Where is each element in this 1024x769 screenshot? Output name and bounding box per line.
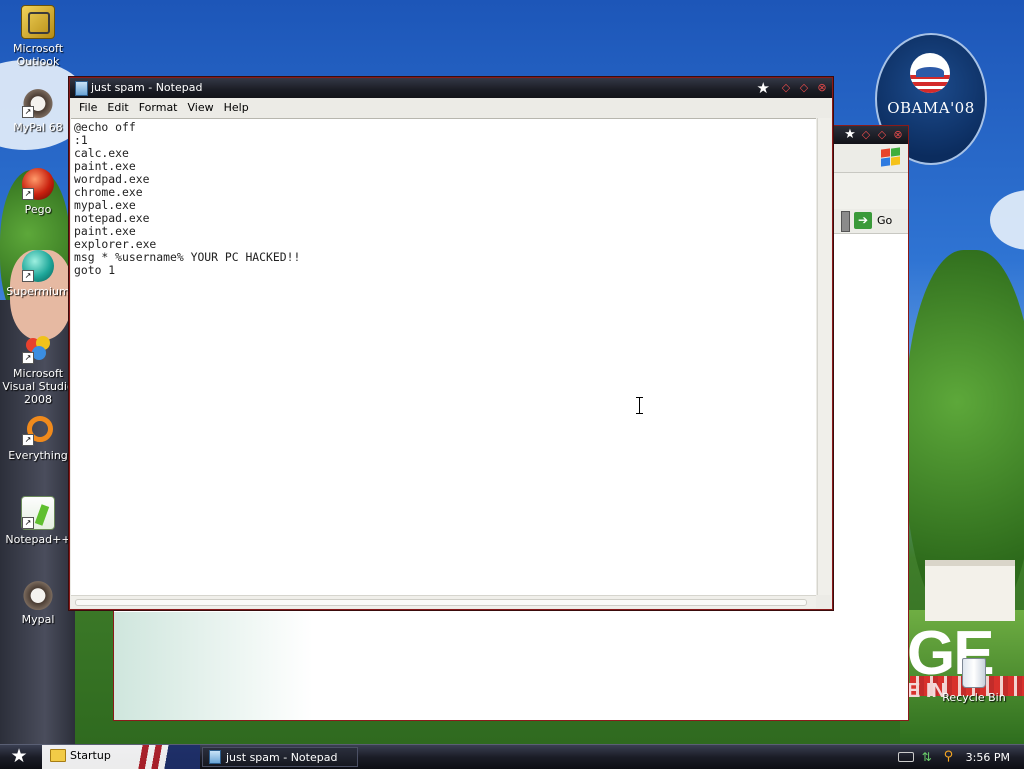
notepad-window-controls: ◇ ◇ ⊗ <box>780 82 828 94</box>
menu-file[interactable]: File <box>74 101 102 114</box>
desktop-icon-visual-studio[interactable]: ↗ Microsoft Visual Studio 2008 <box>0 332 76 406</box>
cloud <box>990 190 1024 250</box>
notepad-title-bar[interactable]: just spam - Notepad ★ ◇ ◇ ⊗ <box>70 78 832 98</box>
system-tray: ⇅ ⚲ 3:56 PM <box>872 745 1024 769</box>
campaign-logo-text: OBAMA'08 <box>887 99 975 117</box>
desktop-icon-supermium[interactable]: ↗ Supermium <box>0 250 76 298</box>
red-orb-icon: ↗ <box>22 168 54 200</box>
quick-launch-label: Startup <box>70 749 111 762</box>
desktop-icon-label: MyPal 68 <box>13 121 63 134</box>
notepad-app-icon <box>209 750 221 764</box>
network-icon[interactable]: ⇅ <box>922 750 936 764</box>
start-button[interactable]: ★ <box>0 745 38 769</box>
raccoon-icon: ↗ <box>22 86 54 118</box>
minimize-icon[interactable]: ◇ <box>780 82 792 94</box>
campaign-logo-emblem <box>910 53 950 93</box>
desktop-icon-label: Supermium <box>6 285 70 298</box>
desktop-icon-label: Recycle Bin <box>942 691 1006 704</box>
visual-studio-icon: ↗ <box>22 332 54 364</box>
desktop-icon-label: Microsoft Visual Studio 2008 <box>2 367 74 406</box>
text-cursor-icon <box>636 397 643 414</box>
go-arrow-icon[interactable]: ➔ <box>854 212 872 229</box>
desktop-icon-label: Notepad++ <box>5 533 71 546</box>
folder-icon <box>50 749 66 762</box>
white-house <box>925 560 1015 621</box>
raccoon-icon <box>22 578 54 610</box>
desktop-icon-label: Everything <box>8 449 68 462</box>
shortcut-arrow-icon: ↗ <box>22 188 34 200</box>
windows-flag-icon <box>880 147 900 167</box>
star-icon: ★ <box>10 745 28 767</box>
menu-edit[interactable]: Edit <box>102 101 133 114</box>
recycle-bin-icon <box>962 658 986 688</box>
shortcut-arrow-icon: ↗ <box>22 106 34 118</box>
notepad-title: just spam - Notepad <box>91 81 203 94</box>
notepadpp-icon: ↗ <box>21 496 55 530</box>
shortcut-arrow-icon: ↗ <box>22 434 34 446</box>
desktop-icon-mypal[interactable]: Mypal <box>0 578 76 626</box>
taskbar-button-label: just spam - Notepad <box>226 750 338 764</box>
taskbar-button-notepad[interactable]: just spam - Notepad <box>202 747 358 767</box>
go-button-label[interactable]: Go <box>877 214 892 227</box>
horizontal-scrollbar[interactable] <box>71 595 816 608</box>
minimize-icon[interactable]: ◇ <box>860 129 872 141</box>
maximize-icon[interactable]: ◇ <box>798 82 810 94</box>
desktop-icon-label: Microsoft Outlook <box>12 42 64 68</box>
menu-format[interactable]: Format <box>134 101 183 114</box>
shortcut-arrow-icon: ↗ <box>22 352 34 364</box>
notepad-window[interactable]: just spam - Notepad ★ ◇ ◇ ⊗ File Edit Fo… <box>69 77 833 610</box>
clock[interactable]: 3:56 PM <box>966 751 1010 764</box>
notepad-text-area[interactable]: @echo off :1 calc.exe paint.exe wordpad.… <box>71 118 816 596</box>
address-bar-grip[interactable] <box>841 211 850 232</box>
browser-page-content <box>114 612 908 720</box>
desktop-icon-label: Pego <box>24 203 52 216</box>
desktop-icon-everything[interactable]: ↗ Everything <box>0 414 76 462</box>
close-icon[interactable]: ⊗ <box>892 129 904 141</box>
desktop-icon-pego[interactable]: ↗ Pego <box>0 168 76 216</box>
shortcut-arrow-icon: ↗ <box>22 517 34 529</box>
magnifier-ring-icon: ↗ <box>22 414 54 446</box>
desktop-icon-outlook[interactable]: Microsoft Outlook <box>0 5 76 68</box>
search-icon[interactable]: ⚲ <box>944 750 958 764</box>
notepad-menu-bar: File Edit Format View Help <box>70 98 832 117</box>
browser-window-controls: ★ ◇ ◇ ⊗ <box>844 128 904 141</box>
desktop-icon-mypal68[interactable]: ↗ MyPal 68 <box>0 86 76 134</box>
quick-launch-startup[interactable]: Startup <box>50 749 111 762</box>
close-icon[interactable]: ⊗ <box>816 82 828 94</box>
maximize-icon[interactable]: ◇ <box>876 129 888 141</box>
desktop-icon-recycle-bin[interactable]: Recycle Bin <box>936 658 1012 704</box>
star-icon[interactable]: ★ <box>844 128 856 141</box>
shortcut-arrow-icon: ↗ <box>22 270 34 282</box>
notepad-content[interactable]: @echo off :1 calc.exe paint.exe wordpad.… <box>74 121 300 277</box>
keyboard-icon[interactable] <box>897 752 914 762</box>
menu-help[interactable]: Help <box>219 101 254 114</box>
notepad-app-icon <box>75 81 88 96</box>
taskbar: ★ Startup just spam - Notepad ⇅ ⚲ 3:56 P… <box>0 744 1024 769</box>
menu-view[interactable]: View <box>183 101 219 114</box>
teal-orb-icon: ↗ <box>22 250 54 282</box>
desktop-icon-label: Mypal <box>21 613 55 626</box>
star-icon[interactable]: ★ <box>757 79 770 97</box>
vertical-scrollbar[interactable] <box>817 118 831 595</box>
outlook-icon <box>21 5 55 39</box>
desktop-icon-notepadpp[interactable]: ↗ Notepad++ <box>0 496 76 546</box>
